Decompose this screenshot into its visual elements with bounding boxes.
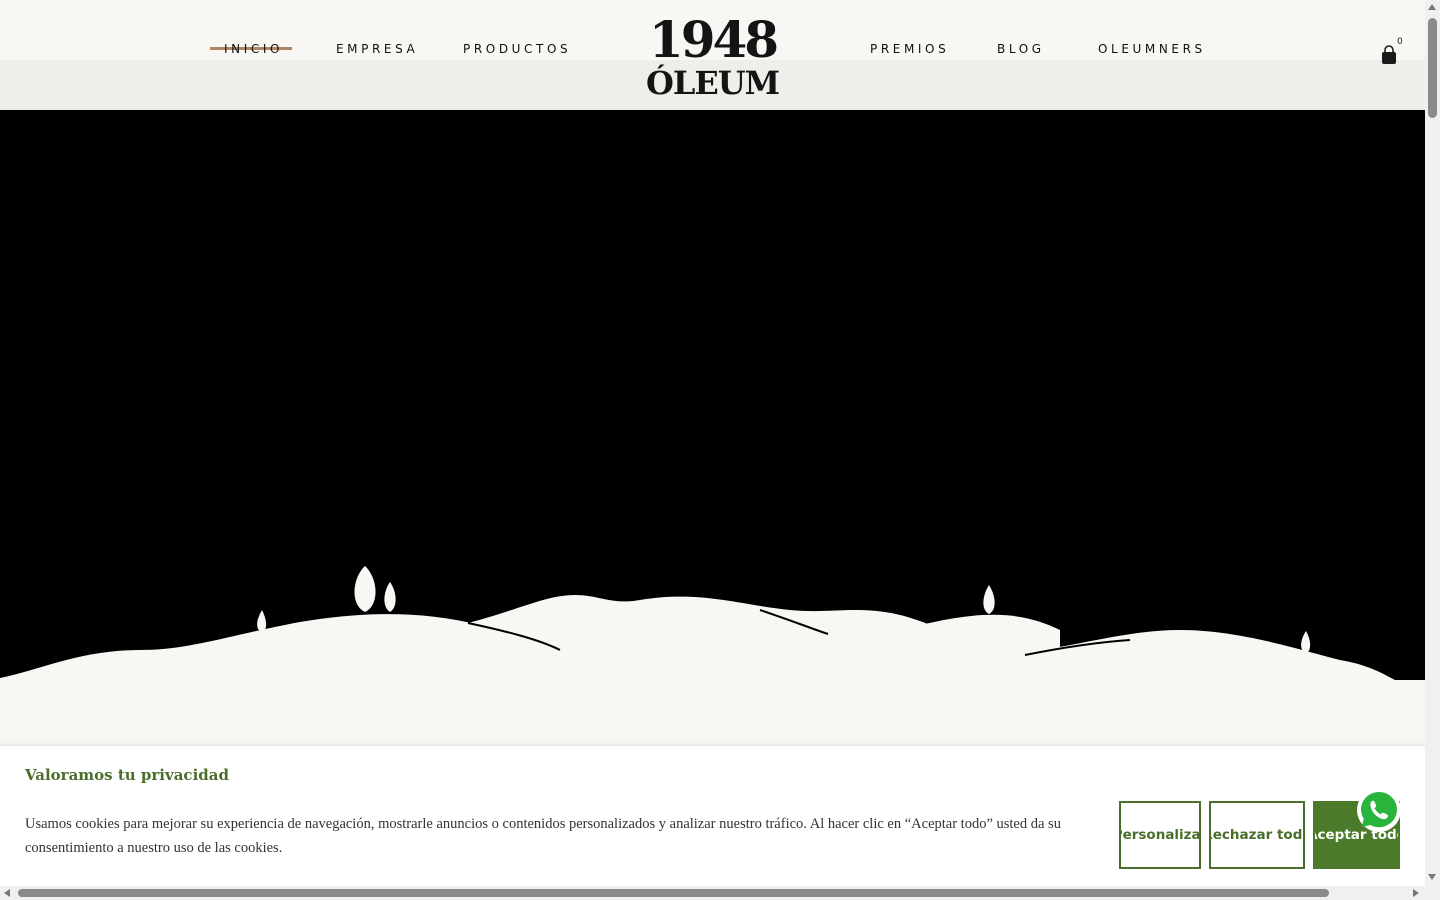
customize-button[interactable]: Personalizar [1119,801,1201,869]
shopping-bag-icon[interactable] [1378,44,1400,68]
scroll-up-icon[interactable] [1428,4,1436,10]
cookie-title: Valoramos tu privacidad [25,766,229,784]
whatsapp-icon[interactable] [1355,786,1403,834]
logo-name: ÓLEUM [645,64,780,102]
reject-all-button[interactable]: Rechazar todo [1209,801,1305,869]
nav-item-oleumners[interactable]: OLEUMNERS [1098,42,1206,56]
cookie-description: Usamos cookies para mejorar su experienc… [25,816,1061,856]
nav-item-productos[interactable]: PRODUCTOS [463,42,571,56]
vertical-scroll-thumb[interactable] [1428,18,1437,118]
logo-year: 1948 [648,10,779,69]
horizontal-scrollbar[interactable] [0,886,1425,900]
cart-count: 0 [1397,37,1403,47]
scroll-left-icon[interactable] [4,889,10,897]
scrollbar-corner [1425,886,1440,900]
cookie-banner: Valoramos tu privacidad Usamos cookies p… [0,745,1425,887]
nav-item-inicio[interactable]: INICIO [224,42,283,56]
scroll-down-icon[interactable] [1428,874,1436,880]
nav-item-empresa[interactable]: EMPRESA [336,42,418,56]
nav-item-blog[interactable]: BLOG [997,42,1045,56]
hero-banner [0,110,1425,680]
horizontal-scroll-thumb[interactable] [18,889,1329,897]
nav-item-premios[interactable]: PREMIOS [870,42,949,56]
site-logo[interactable]: 1948 ÓLEUM [640,12,785,104]
scroll-right-icon[interactable] [1413,889,1419,897]
vertical-scrollbar[interactable] [1425,0,1440,886]
landscape-silhouette [0,566,1395,680]
